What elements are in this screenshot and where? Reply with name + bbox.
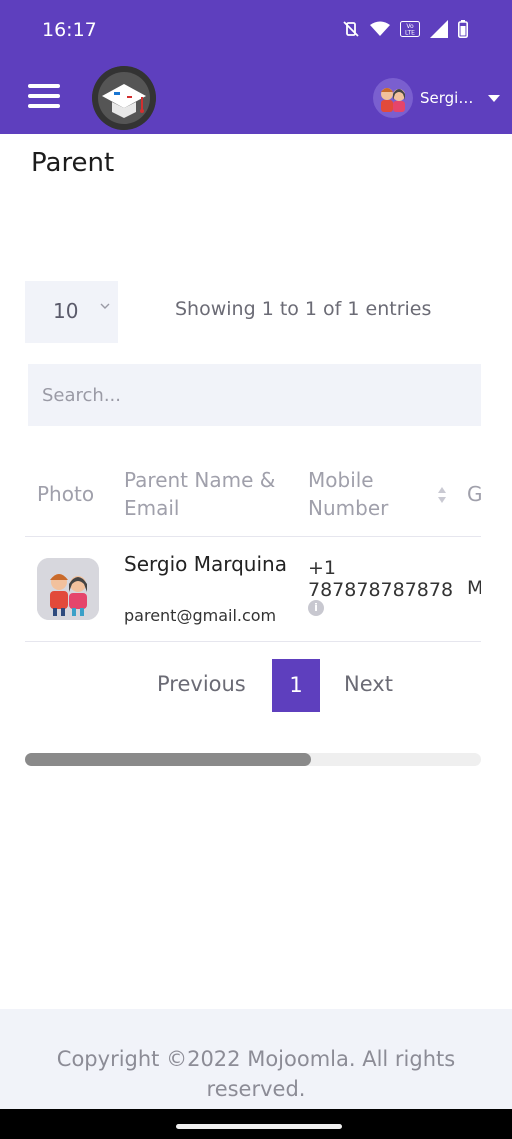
wifi-icon (370, 21, 390, 36)
page-length-value: 10 (53, 299, 79, 323)
status-time: 16:17 (42, 19, 97, 41)
mute-vibrate-icon (343, 21, 359, 37)
user-menu[interactable]: Sergio... (373, 78, 500, 118)
avatar (373, 78, 413, 118)
page-length-select[interactable]: 10 (25, 281, 118, 343)
status-icons: Vo LTE (342, 20, 468, 38)
app-bar: Sergio... (0, 62, 512, 134)
school-logo[interactable] (92, 66, 156, 130)
parent-mobile: +1 787878787878 (308, 557, 454, 601)
volte-icon: Vo LTE (400, 21, 420, 37)
menu-icon[interactable] (28, 84, 60, 110)
column-header-gender[interactable]: G (467, 480, 481, 508)
parent-email: parent@gmail.com (124, 606, 277, 625)
parent-photo (37, 558, 99, 620)
footer: Copyright ©2022 Mojoomla. All rights res… (0, 1009, 512, 1109)
home-gesture-handle[interactable] (176, 1124, 342, 1129)
info-icon[interactable]: i (308, 600, 324, 616)
parent-name: Sergio Marquina (124, 552, 287, 576)
search-input[interactable] (28, 364, 481, 426)
parents-avatar-icon (373, 78, 413, 118)
parents-table: Photo Parent Name & Email Mobile Number … (25, 452, 481, 642)
status-bar: 16:17 Vo LTE (0, 0, 512, 62)
battery-icon (458, 20, 468, 38)
graduation-cap-icon (92, 66, 156, 130)
column-header-name-email[interactable]: Parent Name & Email (124, 466, 294, 522)
chevron-down-icon (100, 303, 110, 309)
chevron-down-icon[interactable] (488, 94, 500, 102)
column-header-photo[interactable]: Photo (37, 480, 94, 508)
svg-text:LTE: LTE (405, 30, 415, 37)
scrollbar-thumb[interactable] (25, 753, 311, 766)
column-header-mobile[interactable]: Mobile Number (308, 466, 428, 522)
pagination: Previous 1 Next (0, 659, 512, 713)
parent-gender: M (467, 577, 481, 599)
horizontal-scrollbar[interactable] (25, 753, 481, 766)
table-info: Showing 1 to 1 of 1 entries (175, 298, 432, 320)
system-navigation-bar (0, 1109, 512, 1139)
page-title: Parent (31, 148, 115, 178)
user-name: Sergio... (420, 89, 478, 107)
previous-page-button[interactable]: Previous (157, 672, 246, 696)
copyright-text: Copyright ©2022 Mojoomla. All rights res… (56, 1047, 456, 1101)
sort-icon[interactable] (437, 486, 447, 504)
signal-icon (430, 20, 448, 38)
next-page-button[interactable]: Next (344, 672, 393, 696)
divider (25, 641, 481, 642)
parents-avatar-icon (37, 558, 99, 620)
page-1-button[interactable]: 1 (272, 659, 320, 712)
divider (25, 536, 481, 537)
